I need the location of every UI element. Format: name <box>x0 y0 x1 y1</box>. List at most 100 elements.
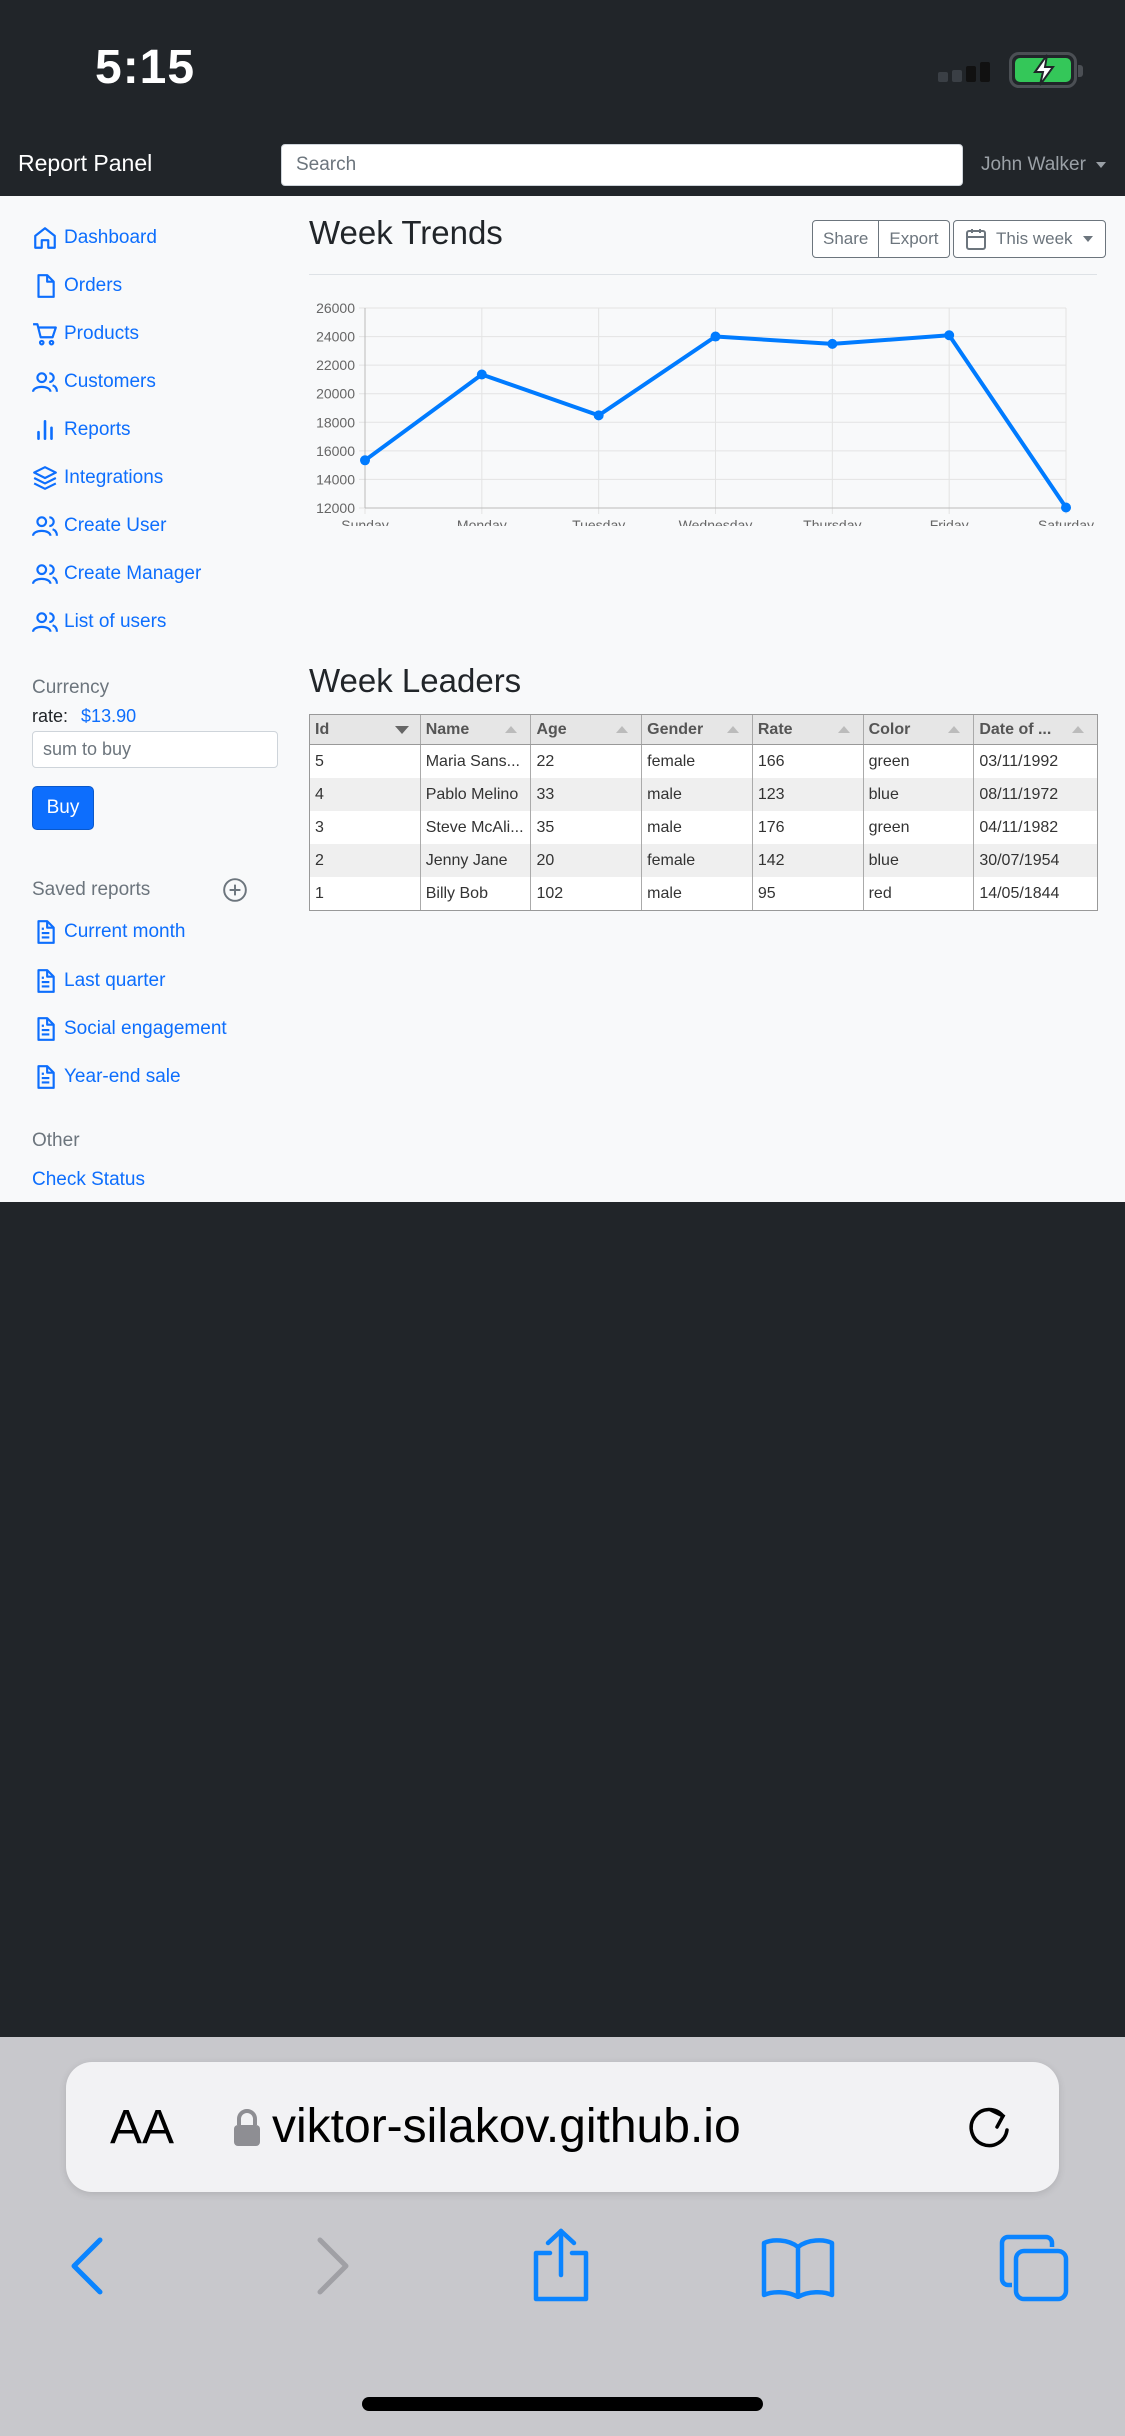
saved-report-year-end-sale[interactable]: Year-end sale <box>32 1061 181 1093</box>
table-cell: 166 <box>753 745 864 778</box>
users-icon <box>32 516 58 537</box>
sidebar-item-customers[interactable]: Customers <box>32 366 156 398</box>
lock-icon <box>234 2109 260 2146</box>
column-header-age[interactable]: Age <box>531 715 643 744</box>
y-tick-label: 16000 <box>316 443 355 459</box>
saved-report-last-quarter[interactable]: Last quarter <box>32 965 165 997</box>
caret-down-icon <box>1082 236 1093 242</box>
table-cell: 2 <box>310 844 421 877</box>
url-text[interactable]: viktor-silakov.github.io <box>272 2099 741 2154</box>
reload-icon[interactable] <box>963 2102 1015 2154</box>
sort-asc-icon <box>505 726 518 733</box>
table-cell: 03/11/1992 <box>979 752 1059 770</box>
table-cell: 33 <box>531 778 643 811</box>
column-header-gender[interactable]: Gender <box>642 715 753 744</box>
search-input[interactable] <box>281 144 963 186</box>
x-tick-label: Saturday <box>1038 517 1094 526</box>
sidebar-item-label: Dashboard <box>64 227 157 248</box>
back-icon[interactable] <box>66 2234 110 2298</box>
user-name: John Walker <box>981 154 1086 175</box>
file-text-icon <box>37 920 55 944</box>
page-title: Week Trends <box>309 214 503 251</box>
sidebar-item-orders[interactable]: Orders <box>32 270 122 302</box>
home-icon <box>34 227 56 249</box>
table-cell: 95 <box>753 877 864 910</box>
x-tick-label: Wednesday <box>679 517 753 526</box>
forward-icon[interactable] <box>310 2234 354 2298</box>
period-dropdown[interactable]: This week <box>953 220 1106 258</box>
bookmarks-icon[interactable] <box>760 2237 836 2299</box>
sidebar-item-label: Integrations <box>64 467 164 488</box>
sort-asc-icon <box>726 726 739 733</box>
table-cell: male <box>642 778 753 811</box>
table-cell: 176 <box>753 811 864 844</box>
sum-to-buy-input[interactable] <box>32 731 278 768</box>
sidebar-item-dashboard[interactable]: Dashboard <box>32 222 157 254</box>
text-size-button[interactable]: AA <box>110 2100 174 2155</box>
week-trends-chart: 12000 14000 16000 18000 20000 22000 24000 26000… <box>316 300 1094 526</box>
column-header-rate[interactable]: Rate <box>753 715 864 744</box>
x-tick-label: Friday <box>930 517 969 526</box>
table-cell: 3 <box>310 811 421 844</box>
top-navbar: Report Panel John Walker <box>0 132 1125 196</box>
table-cell: 5 <box>310 745 421 778</box>
check-status-link[interactable]: Check Status <box>32 1169 145 1191</box>
table-cell: green <box>864 745 975 778</box>
table-cell: Pablo Melino <box>421 778 532 811</box>
table-row[interactable]: 1 Billy Bob 102 male 95 red 14/05/1844 <box>310 877 1097 910</box>
table-cell: 22 <box>531 745 643 778</box>
sidebar-item-integrations[interactable]: Integrations <box>32 462 163 494</box>
rate-label: rate: <box>32 706 69 726</box>
sidebar-item-reports[interactable]: Reports <box>32 414 131 446</box>
sidebar-item-label: List of users <box>64 611 167 632</box>
column-header-name[interactable]: Name <box>421 715 532 744</box>
table-body: 5 Maria Sans... 22 female 166 green 03/1… <box>310 745 1097 910</box>
file-icon <box>37 274 55 298</box>
table-row[interactable]: 5 Maria Sans... 22 female 166 green 03/1… <box>310 745 1097 778</box>
tabs-icon[interactable] <box>998 2233 1070 2303</box>
saved-report-current-month[interactable]: Current month <box>32 916 185 948</box>
table-row[interactable]: 4 Pablo Melino 33 male 123 blue 08/11/19… <box>310 778 1097 811</box>
table-cell: Jenny Jane <box>421 844 532 877</box>
page-content: Dashboard Orders Products Customers Repo… <box>0 196 1125 1202</box>
calendar-icon <box>966 229 986 250</box>
user-menu[interactable]: John Walker <box>981 154 1106 176</box>
data-point <box>827 338 838 349</box>
data-point <box>944 330 955 341</box>
home-indicator <box>362 2397 763 2411</box>
add-report-icon[interactable] <box>222 877 248 903</box>
column-header-date[interactable]: Date of ... <box>974 715 1097 744</box>
saved-report-label: Current month <box>64 921 186 942</box>
table-row[interactable]: 3 Steve McAli... 35 male 176 green 04/11… <box>310 811 1097 844</box>
y-tick-label: 12000 <box>316 500 355 516</box>
column-header-id[interactable]: Id <box>310 715 421 744</box>
sidebar-item-create-manager[interactable]: Create Manager <box>32 558 201 590</box>
data-point <box>476 369 487 380</box>
table-cell: blue <box>864 844 975 877</box>
table-cell: female <box>642 844 753 877</box>
sidebar-item-create-user[interactable]: Create User <box>32 510 166 542</box>
saved-report-label: Year-end sale <box>64 1066 181 1087</box>
table-row[interactable]: 2 Jenny Jane 20 female 142 blue 30/07/19… <box>310 844 1097 877</box>
saved-report-social-engagement[interactable]: Social engagement <box>32 1013 227 1045</box>
brand-title[interactable]: Report Panel <box>18 150 152 177</box>
table-cell: 20 <box>531 844 643 877</box>
saved-reports-heading: Saved reports <box>32 879 151 900</box>
sidebar-item-list-of-users[interactable]: List of users <box>32 606 166 638</box>
sidebar-item-products[interactable]: Products <box>32 318 139 350</box>
saved-report-label: Social engagement <box>64 1018 227 1039</box>
table-cell: male <box>642 811 753 844</box>
sidebar-item-label: Create Manager <box>64 563 202 584</box>
users-icon <box>32 372 58 393</box>
export-button[interactable]: Export <box>879 220 950 258</box>
users-icon <box>32 612 58 633</box>
share-button[interactable]: Share <box>812 220 880 258</box>
address-bar[interactable]: AA viktor-silakov.github.io <box>66 2062 1059 2192</box>
table-cell: Maria Sans... <box>421 745 532 778</box>
buy-button[interactable]: Buy <box>32 786 94 830</box>
column-header-label: Name <box>425 720 470 738</box>
column-header-color[interactable]: Color <box>864 715 975 744</box>
table-cell: green <box>864 811 975 844</box>
share-icon[interactable] <box>528 2227 594 2303</box>
file-text-icon <box>37 969 55 993</box>
